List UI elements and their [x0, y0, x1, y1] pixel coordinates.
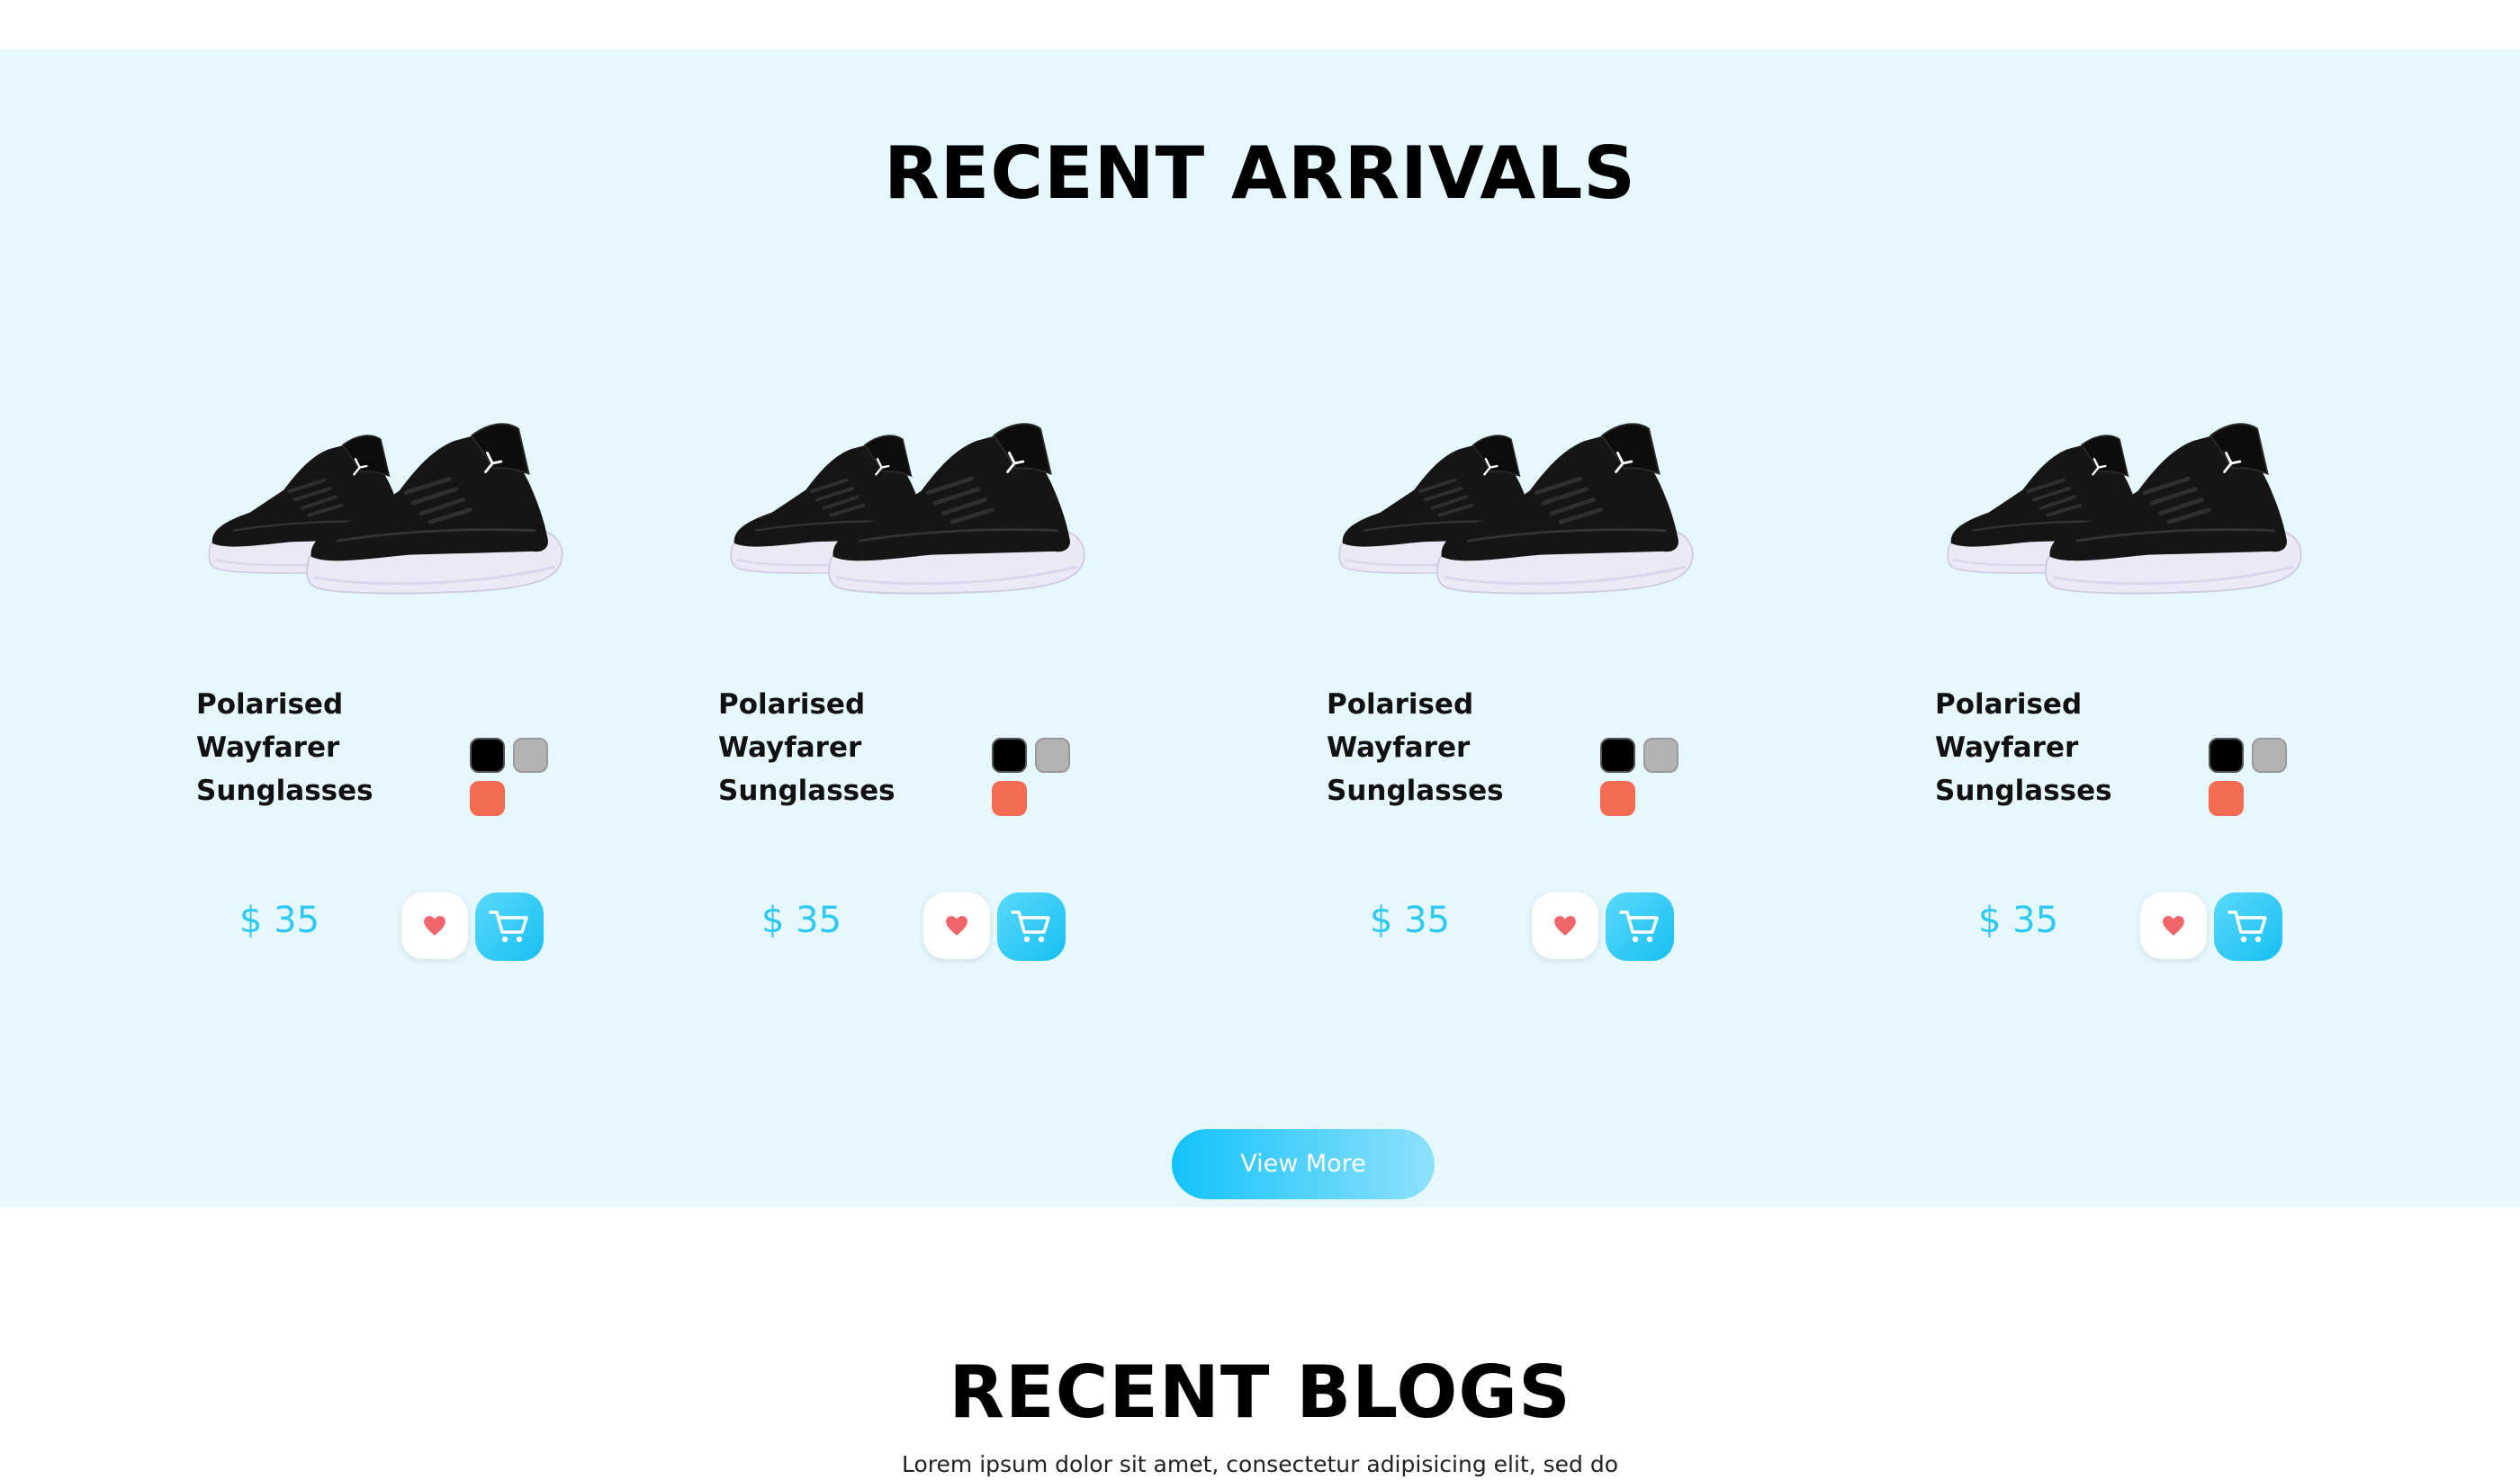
product-name-line: Polarised	[1935, 688, 2083, 721]
sneaker-pair-icon	[207, 391, 580, 652]
product-name-line: Sunglasses	[196, 775, 374, 807]
product-card[interactable]: Polarised Wayfarer Sunglasses $ 35	[1935, 49, 2331, 961]
wishlist-button[interactable]	[923, 892, 990, 959]
product-card[interactable]: Polarised Wayfarer Sunglasses $ 35	[1327, 49, 1723, 961]
wishlist-button[interactable]	[1532, 892, 1598, 959]
color-swatch-coral[interactable]	[992, 781, 1027, 816]
product-name-line: Polarised	[1327, 688, 1474, 721]
product-name-line: Wayfarer	[196, 731, 340, 764]
view-more-button[interactable]: View More	[1172, 1129, 1435, 1199]
product-name-line: Polarised	[196, 688, 344, 721]
product-name[interactable]: Polarised Wayfarer Sunglasses	[1327, 683, 1579, 812]
wishlist-button[interactable]	[401, 892, 468, 959]
add-to-cart-button[interactable]	[997, 892, 1066, 961]
sneaker-pair-icon	[1946, 391, 2318, 652]
sneaker-pair-icon	[729, 391, 1102, 652]
heart-icon	[424, 916, 446, 936]
product-price: $ 35	[761, 900, 842, 941]
product-card[interactable]: Polarised Wayfarer Sunglasses $ 35	[196, 49, 592, 961]
color-swatch-black[interactable]	[470, 738, 505, 773]
heart-icon	[2163, 916, 2184, 936]
wishlist-button[interactable]	[2140, 892, 2207, 959]
product-price: $ 35	[1370, 900, 1451, 941]
color-swatch-black[interactable]	[992, 738, 1027, 773]
product-name-line: Sunglasses	[1327, 775, 1504, 807]
cart-icon	[489, 910, 528, 943]
color-swatch-grey[interactable]	[513, 738, 548, 773]
heart-icon	[1554, 916, 1576, 936]
product-name[interactable]: Polarised Wayfarer Sunglasses	[196, 683, 448, 812]
color-swatch-grey[interactable]	[2252, 738, 2287, 773]
blog-intro-text: Lorem ipsum dolor sit amet, consectetur …	[902, 1451, 1618, 1477]
product-price: $ 35	[239, 900, 320, 941]
heart-icon	[946, 916, 968, 936]
color-swatch-black[interactable]	[1600, 738, 1635, 773]
product-card[interactable]: Polarised Wayfarer Sunglasses $ 35	[718, 49, 1114, 961]
sneaker-pair-icon	[1337, 391, 1710, 652]
product-name-line: Wayfarer	[718, 731, 862, 764]
color-swatch-coral[interactable]	[1600, 781, 1635, 816]
add-to-cart-button[interactable]	[475, 892, 544, 961]
color-swatch-coral[interactable]	[470, 781, 505, 816]
cart-icon	[1011, 910, 1050, 943]
product-price: $ 35	[1978, 900, 2059, 941]
product-name[interactable]: Polarised Wayfarer Sunglasses	[1935, 683, 2187, 812]
product-name[interactable]: Polarised Wayfarer Sunglasses	[718, 683, 970, 812]
product-name-line: Wayfarer	[1327, 731, 1471, 764]
cart-icon	[1619, 910, 1659, 943]
cart-icon	[2228, 910, 2267, 943]
color-swatch-grey[interactable]	[1643, 738, 1678, 773]
add-to-cart-button[interactable]	[2214, 892, 2282, 961]
recent-blogs-title: RECENT BLOGS	[949, 1350, 1571, 1434]
product-name-line: Wayfarer	[1935, 731, 2079, 764]
color-swatch-coral[interactable]	[2209, 781, 2244, 816]
color-swatch-grey[interactable]	[1035, 738, 1070, 773]
product-name-line: Sunglasses	[718, 775, 896, 807]
recent-arrivals-section: RECENT ARRIVALS Polarised Wayfarer Sungl…	[0, 49, 2520, 1207]
product-name-line: Sunglasses	[1935, 775, 2112, 807]
color-swatch-black[interactable]	[2209, 738, 2244, 773]
product-name-line: Polarised	[718, 688, 866, 721]
add-to-cart-button[interactable]	[1606, 892, 1674, 961]
